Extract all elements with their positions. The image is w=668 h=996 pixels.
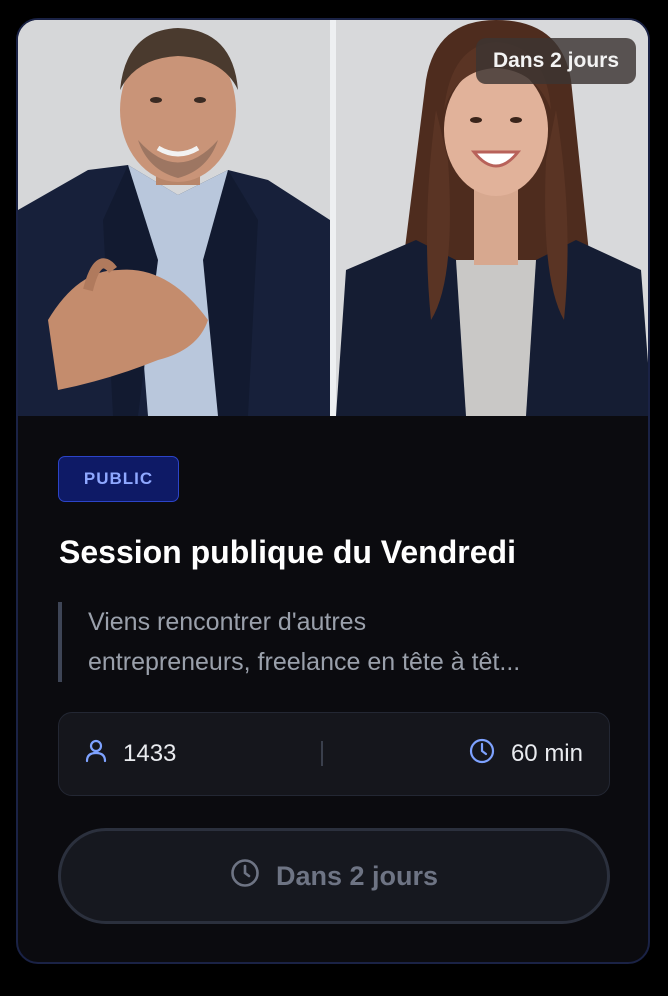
visibility-tag: PUBLIC <box>58 456 179 502</box>
event-stats-box: 1433 60 min <box>58 712 610 796</box>
clock-icon <box>230 858 260 895</box>
join-button-label: Dans 2 jours <box>275 860 439 891</box>
clock-icon <box>469 738 495 769</box>
duration-stat: 60 min <box>469 713 583 794</box>
event-cover-image: Dans 2 jours <box>18 20 648 416</box>
event-description-line-2: entrepreneurs, freelance en tête à têt..… <box>88 648 521 676</box>
event-card[interactable]: Dans 2 jours PUBLIC Session publique du … <box>16 18 650 964</box>
stats-separator <box>321 741 323 766</box>
join-countdown-button[interactable]: Dans 2 jours <box>58 828 610 924</box>
event-title: Session publique du Vendredi <box>59 534 516 570</box>
countdown-badge: Dans 2 jours <box>475 38 636 84</box>
participants-stat: 1433 <box>85 713 176 794</box>
event-description: Viens rencontrer d'autres entrepreneurs,… <box>58 602 610 682</box>
event-description-line-1: Viens rencontrer d'autres <box>88 608 367 636</box>
duration-value: 60 min <box>510 739 583 767</box>
participants-count: 1433 <box>123 739 177 767</box>
host-photo-man <box>18 20 330 416</box>
user-icon <box>85 739 107 768</box>
